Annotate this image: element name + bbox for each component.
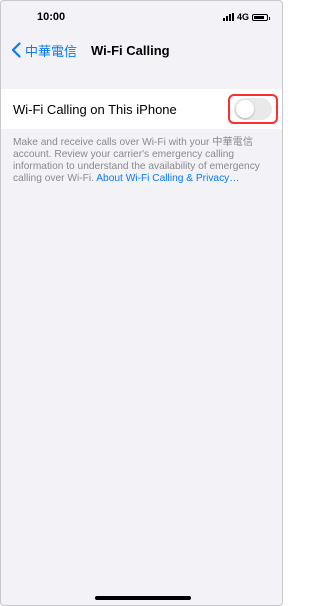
status-time: 10:00 xyxy=(37,11,66,23)
chevron-left-icon xyxy=(11,42,21,58)
signal-icon xyxy=(222,13,234,21)
back-label: 中華電信 xyxy=(25,43,78,59)
network-type: 4G xyxy=(236,12,249,22)
status-indicators: 4G xyxy=(222,12,270,22)
wifi-calling-label: Wi-Fi Calling on This iPhone xyxy=(13,101,177,117)
back-button[interactable]: 中華電信 xyxy=(1,41,77,60)
wifi-calling-toggle[interactable] xyxy=(234,98,272,120)
toggle-highlight-box xyxy=(228,94,278,124)
status-bar: 10:00 4G xyxy=(1,1,282,33)
toggle-knob xyxy=(236,100,254,118)
about-wifi-calling-link[interactable]: About Wi-Fi Calling & Privacy… xyxy=(96,173,239,184)
phone-screen: 10:00 4G 中華電信 Wi-Fi Calling Wi-Fi Callin… xyxy=(0,0,283,606)
wifi-calling-row: Wi-Fi Calling on This iPhone xyxy=(1,89,282,129)
battery-icon xyxy=(252,13,270,21)
page-title: Wi-Fi Calling xyxy=(91,42,170,58)
wifi-calling-footer: Make and receive calls over Wi-Fi with y… xyxy=(13,137,275,185)
navigation-bar: 中華電信 Wi-Fi Calling xyxy=(1,33,282,67)
home-indicator xyxy=(95,596,191,600)
